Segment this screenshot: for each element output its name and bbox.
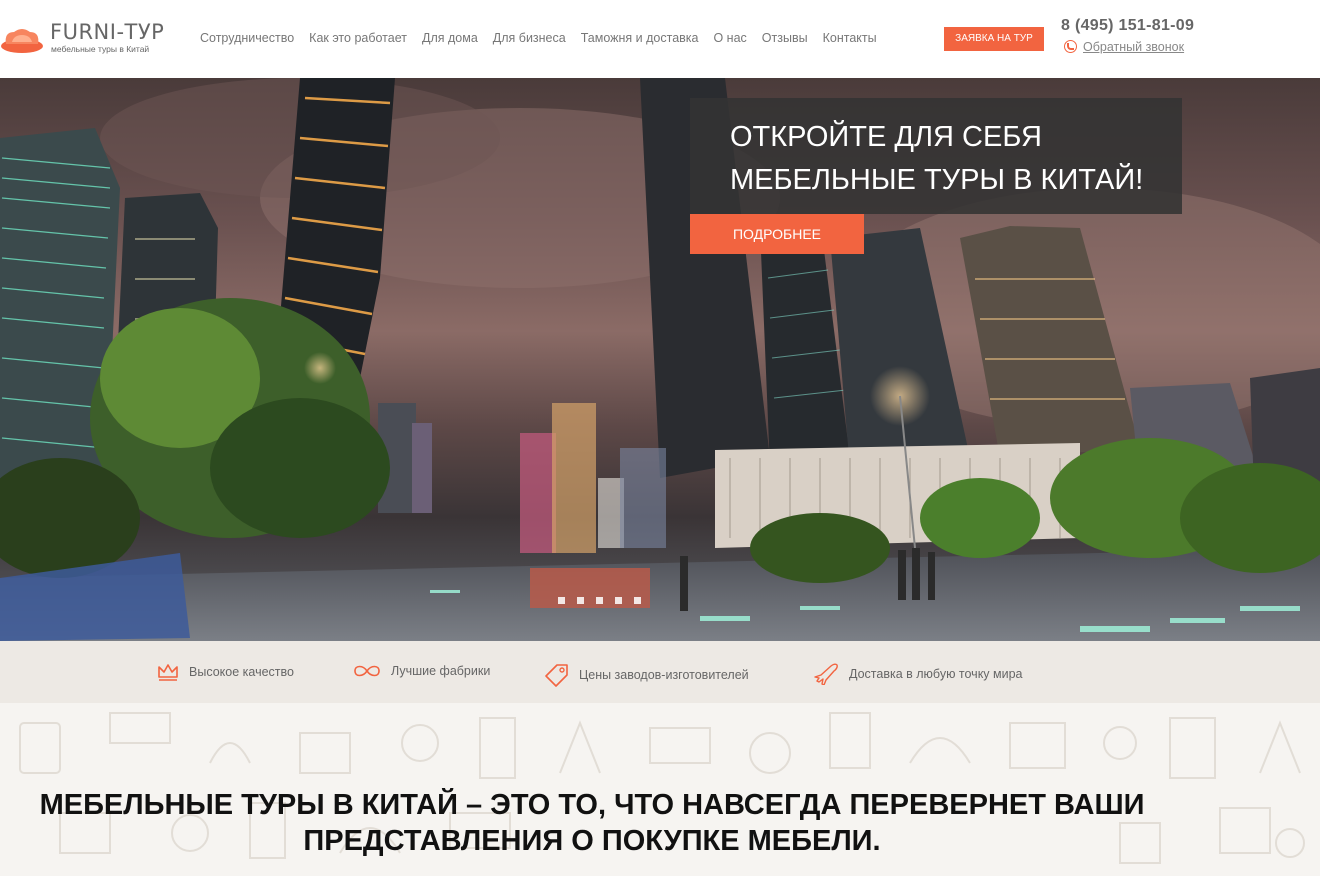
feature-delivery: Доставка в любую точку мира <box>813 663 1023 685</box>
logo-title: FURNI-ТУР <box>50 20 165 44</box>
nav-item-home[interactable]: Для дома <box>422 31 478 45</box>
feature-label: Цены заводов-изготовителей <box>579 668 749 682</box>
slider-dot[interactable] <box>596 597 603 604</box>
hero-slider: ОТКРОЙТЕ ДЛЯ СЕБЯ МЕБЕЛЬНЫЕ ТУРЫ В КИТАЙ… <box>0 78 1320 641</box>
slider-dot[interactable] <box>558 597 565 604</box>
nav-item-about[interactable]: О нас <box>713 31 746 45</box>
feature-factories: Лучшие фабрики <box>353 663 490 679</box>
nav-item-business[interactable]: Для бизнеса <box>493 31 566 45</box>
hero-title: ОТКРОЙТЕ ДЛЯ СЕБЯ МЕБЕЛЬНЫЕ ТУРЫ В КИТАЙ… <box>730 121 1144 196</box>
slider-dots <box>558 597 653 604</box>
slider-dot[interactable] <box>577 597 584 604</box>
feature-label: Лучшие фабрики <box>391 664 491 678</box>
nav-item-reviews[interactable]: Отзывы <box>762 31 808 45</box>
logo[interactable]: FURNI-ТУР мебельные туры в Китай <box>0 18 175 58</box>
hero-title-panel: ОТКРОЙТЕ ДЛЯ СЕБЯ МЕБЕЛЬНЫЕ ТУРЫ В КИТАЙ… <box>690 98 1182 214</box>
feature-prices: Цены заводов-изготовителей <box>545 663 749 687</box>
feature-quality: Высокое качество <box>157 663 294 681</box>
slider-dot[interactable] <box>634 597 641 604</box>
intro-section: МЕБЕЛЬНЫЕ ТУРЫ В КИТАЙ – ЭТО ТО, ЧТО НАВ… <box>0 703 1320 876</box>
nav-item-cooperation[interactable]: Сотрудничество <box>200 31 294 45</box>
price-tag-icon <box>545 664 568 687</box>
tour-request-button[interactable]: ЗАЯВКА НА ТУР <box>944 27 1044 51</box>
airplane-icon <box>814 663 838 685</box>
section-heading-line1: МЕБЕЛЬНЫЕ ТУРЫ В КИТАЙ – ЭТО ТО, ЧТО НАВ… <box>39 789 1145 821</box>
nav-item-contacts[interactable]: Контакты <box>823 31 877 45</box>
features-bar: Высокое качество Лучшие фабрики Цены зав… <box>0 641 1320 703</box>
slider-dot[interactable] <box>615 597 622 604</box>
logo-sofa-icon <box>1 29 43 53</box>
section-heading: МЕБЕЛЬНЫЕ ТУРЫ В КИТАЙ – ЭТО ТО, ЧТО НАВ… <box>0 787 1184 859</box>
feature-label: Доставка в любую точку мира <box>849 667 1023 681</box>
infinity-icon <box>354 665 380 677</box>
section-heading-line2: ПРЕДСТАВЛЕНИЯ О ПОКУПКЕ МЕБЕЛИ. <box>303 825 881 857</box>
logo-subtitle: мебельные туры в Китай <box>51 44 150 54</box>
phone-icon <box>1064 40 1077 53</box>
callback-link[interactable]: Обратный звонок <box>1064 40 1184 54</box>
nav-item-how-it-works[interactable]: Как это работает <box>309 31 407 45</box>
main-nav: Сотрудничество Как это работает Для дома… <box>200 31 892 45</box>
phone-number[interactable]: 8 (495) 151-81-09 <box>1061 17 1194 35</box>
callback-label: Обратный звонок <box>1083 40 1185 54</box>
nav-item-customs-delivery[interactable]: Таможня и доставка <box>581 31 699 45</box>
feature-label: Высокое качество <box>189 665 294 679</box>
site-header: FURNI-ТУР мебельные туры в Китай Сотрудн… <box>0 0 1320 78</box>
crown-icon <box>158 664 178 681</box>
more-button[interactable]: ПОДРОБНЕЕ <box>690 214 864 254</box>
